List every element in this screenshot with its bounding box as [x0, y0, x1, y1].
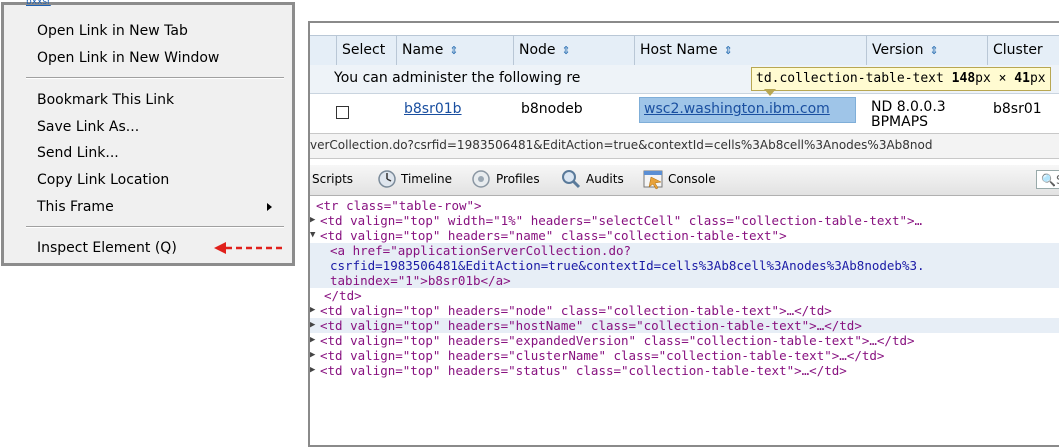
- expand-triangle-icon[interactable]: ▶: [310, 363, 320, 378]
- timeline-icon[interactable]: [376, 168, 398, 190]
- sort-icon[interactable]: ⇕: [562, 44, 571, 57]
- tab-console[interactable]: Console: [668, 172, 716, 186]
- tooltip-pointer: [764, 89, 776, 96]
- expand-triangle-icon[interactable]: ▶: [310, 348, 320, 363]
- status-url-text: verCollection.do?csrfid=1983506481&EditA…: [310, 138, 933, 152]
- partial-link: bxxsr: [4, 0, 64, 9]
- audits-icon[interactable]: [560, 168, 582, 190]
- code-line[interactable]: ▶ <td valign="top" headers="expandedVersi…: [310, 333, 1059, 348]
- status-url-bar: verCollection.do?csrfid=1983506481&EditA…: [310, 133, 1059, 159]
- expand-triangle-icon[interactable]: ▶: [310, 213, 320, 228]
- menu-item-open-new-window[interactable]: Open Link in New Window: [37, 49, 219, 67]
- menu-item-bookmark-link[interactable]: Bookmark This Link: [37, 91, 174, 109]
- menu-item-open-new-tab[interactable]: Open Link in New Tab: [37, 22, 188, 40]
- elements-tree: <tr class="table-row"> ▶ <td valign="top"…: [310, 198, 1059, 445]
- inspect-tooltip: td.collection-table-text 148px × 41px: [751, 67, 1051, 91]
- node-cell: b8nodeb: [521, 101, 583, 117]
- menu-item-send-link[interactable]: Send Link...: [37, 144, 119, 162]
- context-menu: bxxsr Open Link in New Tab Open Link in …: [1, 0, 295, 266]
- menu-item-this-frame[interactable]: This Frame: [37, 198, 114, 216]
- version-cell: ND 8.0.0.3 BPMAPS: [871, 99, 946, 130]
- column-header-cluster[interactable]: Cluster: [987, 36, 1059, 65]
- column-header-node[interactable]: Node ⇕: [513, 36, 639, 65]
- column-header-host-name[interactable]: Host Name ⇕: [634, 36, 868, 65]
- code-line[interactable]: ▶ <td valign="top" headers="status" class…: [310, 363, 1059, 378]
- collapse-triangle-icon[interactable]: ▼: [310, 228, 320, 243]
- column-header-version[interactable]: Version ⇕: [866, 36, 988, 65]
- cluster-cell: b8sr01: [993, 101, 1042, 117]
- table-row: b8sr01b b8nodeb wsc2.washington.ibm.com …: [310, 94, 1059, 132]
- expand-triangle-icon[interactable]: ▶: [310, 333, 320, 348]
- profiles-icon[interactable]: [470, 168, 492, 190]
- devtools-toolbar: Scripts Timeline Profiles Audits Console…: [310, 165, 1059, 196]
- column-header-name[interactable]: Name ⇕: [396, 36, 516, 65]
- menu-item-inspect-element[interactable]: Inspect Element (Q): [37, 239, 177, 257]
- code-line[interactable]: ▶ <td valign="top" width="1%" headers="se…: [310, 213, 1059, 228]
- search-icon: 🔍: [1041, 173, 1056, 187]
- menu-separator: [26, 77, 284, 79]
- expand-triangle-icon[interactable]: ▶: [310, 318, 320, 333]
- red-arrow-icon: [214, 242, 284, 254]
- menu-item-save-link-as[interactable]: Save Link As...: [37, 118, 139, 136]
- sort-icon[interactable]: ⇕: [449, 44, 458, 57]
- row-select-checkbox[interactable]: [336, 106, 349, 119]
- info-text: You can administer the following re: [334, 70, 581, 86]
- partial-link-text: bxxsr: [26, 0, 51, 7]
- tab-profiles[interactable]: Profiles: [496, 172, 540, 186]
- browser-panel: Select Name ⇕ Node ⇕ Host Name ⇕ Version ⇕ C…: [308, 21, 1059, 447]
- menu-item-copy-link-location[interactable]: Copy Link Location: [37, 171, 169, 189]
- sort-icon[interactable]: ⇕: [724, 44, 733, 57]
- submenu-arrow-icon: [267, 203, 272, 211]
- sort-icon[interactable]: ⇕: [929, 44, 938, 57]
- table-header: Select Name ⇕ Node ⇕ Host Name ⇕ Version ⇕ C…: [310, 35, 1059, 66]
- devtools-search-input[interactable]: 🔍S: [1036, 170, 1059, 189]
- code-line-selected[interactable]: <a href="applicationServerCollection.do?: [310, 243, 1059, 258]
- code-line[interactable]: </td>: [310, 288, 1059, 303]
- code-line-hover[interactable]: ▶ <td valign="top" headers="hostName" cla…: [310, 318, 1059, 333]
- code-line[interactable]: ▶ <td valign="top" headers="clusterName" …: [310, 348, 1059, 363]
- server-name-link[interactable]: b8sr01b: [404, 101, 462, 117]
- host-name-cell: wsc2.washington.ibm.com: [644, 101, 830, 117]
- expand-triangle-icon[interactable]: ▶: [310, 303, 320, 318]
- code-line-selected[interactable]: csrfid=1983506481&EditAction=true&contex…: [310, 258, 1059, 273]
- code-line[interactable]: ▼ <td valign="top" headers="name" class="…: [310, 228, 1059, 243]
- tab-scripts[interactable]: Scripts: [312, 172, 353, 186]
- tab-audits[interactable]: Audits: [586, 172, 624, 186]
- menu-separator: [26, 226, 284, 228]
- console-icon[interactable]: [642, 168, 664, 190]
- code-line[interactable]: ▶ <td valign="top" headers="node" class="…: [310, 303, 1059, 318]
- code-line[interactable]: <tr class="table-row">: [310, 198, 1059, 213]
- code-line-selected[interactable]: tabindex="1">b8sr01b</a>: [310, 273, 1059, 288]
- tab-timeline[interactable]: Timeline: [401, 172, 452, 186]
